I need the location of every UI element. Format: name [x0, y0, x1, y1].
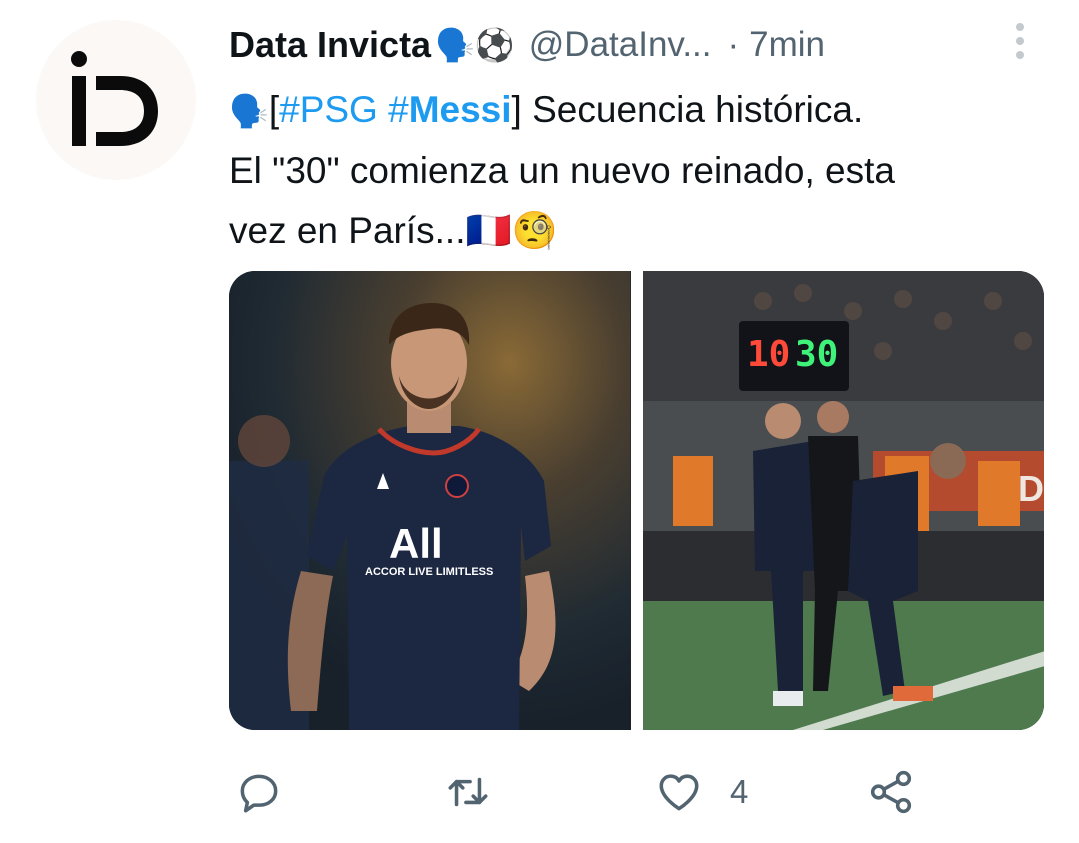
timestamp[interactable]: 7min [749, 25, 825, 65]
author-emoji: 🗣️⚽ [435, 26, 515, 64]
tweet-text-line-1: 🗣️[#PSG #Messi] Secuencia histórica. [229, 80, 1059, 141]
photo-messi-portrait-art: All ACCOR LIVE LIMITLESS [229, 271, 630, 730]
media-grid: All ACCOR LIVE LIMITLESS D 10 30 [229, 271, 1044, 730]
photo-substitution-art: D 10 30 [642, 271, 1044, 730]
board-number-in: 30 [795, 334, 838, 375]
reply-button[interactable] [234, 762, 284, 822]
avatar[interactable] [36, 20, 196, 180]
author-handle[interactable]: @DataInv... [529, 25, 712, 65]
jersey-sponsor-sub: ACCOR LIVE LIMITLESS [365, 566, 493, 578]
speaking-head-emoji: 🗣️ [229, 92, 269, 130]
share-button[interactable] [866, 762, 916, 822]
photo-messi-portrait[interactable]: All ACCOR LIVE LIMITLESS [229, 271, 631, 730]
tweet-header: Data Invicta 🗣️⚽ @DataInv... · 7min [229, 22, 825, 68]
jersey-sponsor: All [389, 520, 443, 567]
hashtag-messi-word: Messi [408, 89, 512, 130]
data-invicta-logo [71, 51, 158, 146]
separator-dot: · [727, 25, 740, 64]
retweet-icon [448, 777, 488, 807]
tweet-actions: 4 [229, 762, 1059, 822]
tweet[interactable]: Data Invicta 🗣️⚽ @DataInv... · 7min 🗣️[#… [0, 0, 1079, 843]
hashtag-messi[interactable]: #Messi [388, 89, 511, 130]
board-number-out: 10 [747, 334, 790, 375]
tweet-text-line-3: vez en París...🇫🇷🧐 [229, 210, 558, 251]
share-icon [870, 770, 912, 814]
tweet-text: 🗣️[#PSG #Messi] Secuencia histórica. El … [229, 80, 1059, 261]
hashtag-messi-prefix: # [388, 89, 409, 130]
like-count: 4 [730, 773, 749, 810]
more-icon[interactable] [1010, 20, 1030, 62]
like-button[interactable]: 4 [654, 762, 748, 822]
author-name[interactable]: Data Invicta [229, 24, 431, 66]
tweet-text-line-1-rest: ] Secuencia histórica. [511, 89, 864, 130]
hashtag-psg[interactable]: #PSG [279, 89, 378, 130]
reply-icon [240, 774, 278, 813]
retweet-button[interactable] [443, 762, 493, 822]
svg-text:D: D [1018, 468, 1044, 509]
photo-substitution[interactable]: D 10 30 [642, 271, 1044, 730]
bracket-open: [ [268, 89, 280, 130]
like-icon [659, 774, 699, 811]
tweet-text-line-2: El "30" comienza un nuevo reinado, esta [229, 150, 895, 191]
